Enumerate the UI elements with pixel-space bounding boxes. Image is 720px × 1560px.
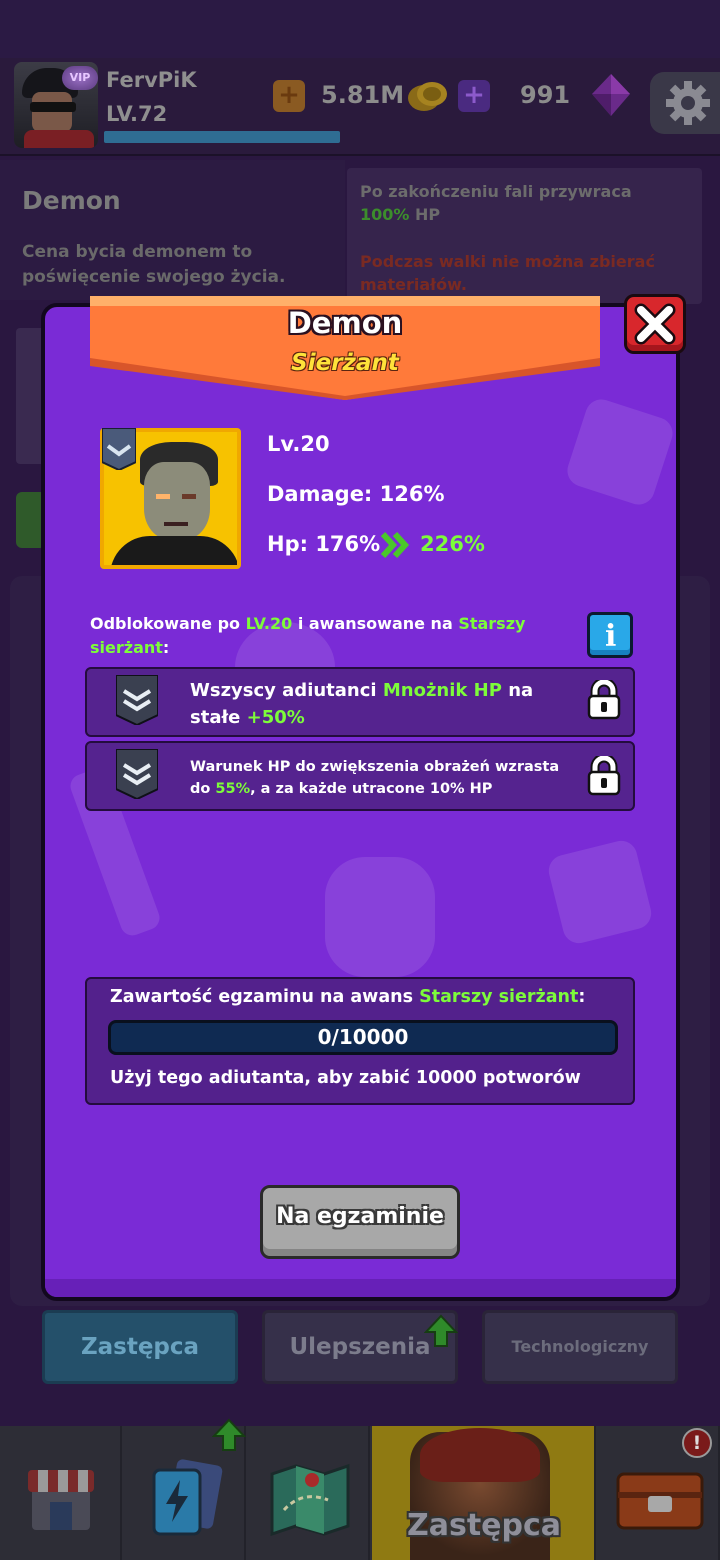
- deputy-hair: [420, 1428, 540, 1482]
- map-icon: [270, 1463, 350, 1536]
- exam-description: Użyj tego adiutanta, aby zabić 10000 pot…: [110, 1068, 581, 1088]
- info-button[interactable]: i: [587, 612, 633, 658]
- deputy-effect-penalty: Podczas walki nie można zbierać materiał…: [360, 252, 655, 294]
- perk-text: Warunek HP do zwiększenia obrażeń wzrast…: [190, 759, 560, 797]
- arrow-up-icon: [424, 1314, 458, 1347]
- vip-badge: VIP: [62, 66, 98, 90]
- gear-icon[interactable]: [665, 80, 711, 126]
- deputy-description: Cena bycia demonem to poświęcenie swojeg…: [22, 242, 286, 287]
- exam-progress-text: 0/10000: [317, 1025, 409, 1049]
- info-icon: i: [605, 619, 617, 654]
- nav-deputy-label: Zastępca: [406, 1508, 562, 1543]
- shop-icon: [28, 1470, 94, 1530]
- arrow-up-icon: [212, 1418, 246, 1451]
- take-exam-button-label: Na egzaminie: [276, 1204, 444, 1229]
- dialog-title: Demon: [287, 306, 403, 340]
- deputy-damage: Damage: 126%: [267, 482, 445, 506]
- close-icon: [634, 303, 676, 345]
- xp-bar: [104, 131, 340, 143]
- gem-icon: [592, 74, 630, 116]
- unlock-requirement: Odblokowane po LV.20 i awansowane na Sta…: [90, 614, 526, 657]
- xp-bar-fill: [104, 131, 340, 143]
- rank-insignia-icon: [116, 675, 158, 725]
- dice-watermark-icon: [548, 840, 652, 944]
- chest-icon: [616, 1472, 704, 1530]
- close-button[interactable]: [624, 294, 686, 354]
- deputy-hp-current: Hp: 176%: [267, 532, 381, 556]
- dialog-rank: Sierżant: [291, 350, 399, 376]
- backpack-watermark-icon: [325, 857, 435, 977]
- rank-chevron-icon: [102, 428, 136, 470]
- deputy-hp-next: 226%: [420, 532, 485, 556]
- deputy-effect-heal: Po zakończeniu fali przywraca 100% HP: [360, 182, 632, 224]
- player-level: LV.72: [106, 102, 168, 126]
- dice-watermark-icon: [567, 399, 673, 505]
- lock-icon: [587, 756, 621, 796]
- gem-amount: 991: [520, 81, 571, 109]
- hp-arrow-icon: [380, 531, 410, 559]
- cards-icon: [152, 1459, 223, 1536]
- tab-technology[interactable]: Technologiczny: [482, 1310, 678, 1384]
- perk-text: Wszyscy adiutanci Mnożnik HP na stałe +5…: [190, 680, 534, 728]
- exam-title: Zawartość egzaminu na awans Starszy sier…: [110, 987, 586, 1007]
- status-strip: [0, 0, 720, 58]
- rank-insignia-icon: [116, 749, 158, 799]
- lock-icon: [587, 680, 621, 720]
- add-gold-button[interactable]: +: [273, 80, 305, 112]
- deputy-level: Lv.20: [267, 432, 330, 456]
- add-gems-button[interactable]: +: [458, 80, 490, 112]
- gold-amount: 5.81M: [321, 81, 405, 109]
- deputy-title: Demon: [22, 186, 121, 215]
- player-name: FervPiK: [106, 68, 197, 92]
- coin-icon: [408, 82, 447, 111]
- tab-deputy[interactable]: Zastępca: [42, 1310, 238, 1384]
- alert-icon: !: [682, 1428, 712, 1458]
